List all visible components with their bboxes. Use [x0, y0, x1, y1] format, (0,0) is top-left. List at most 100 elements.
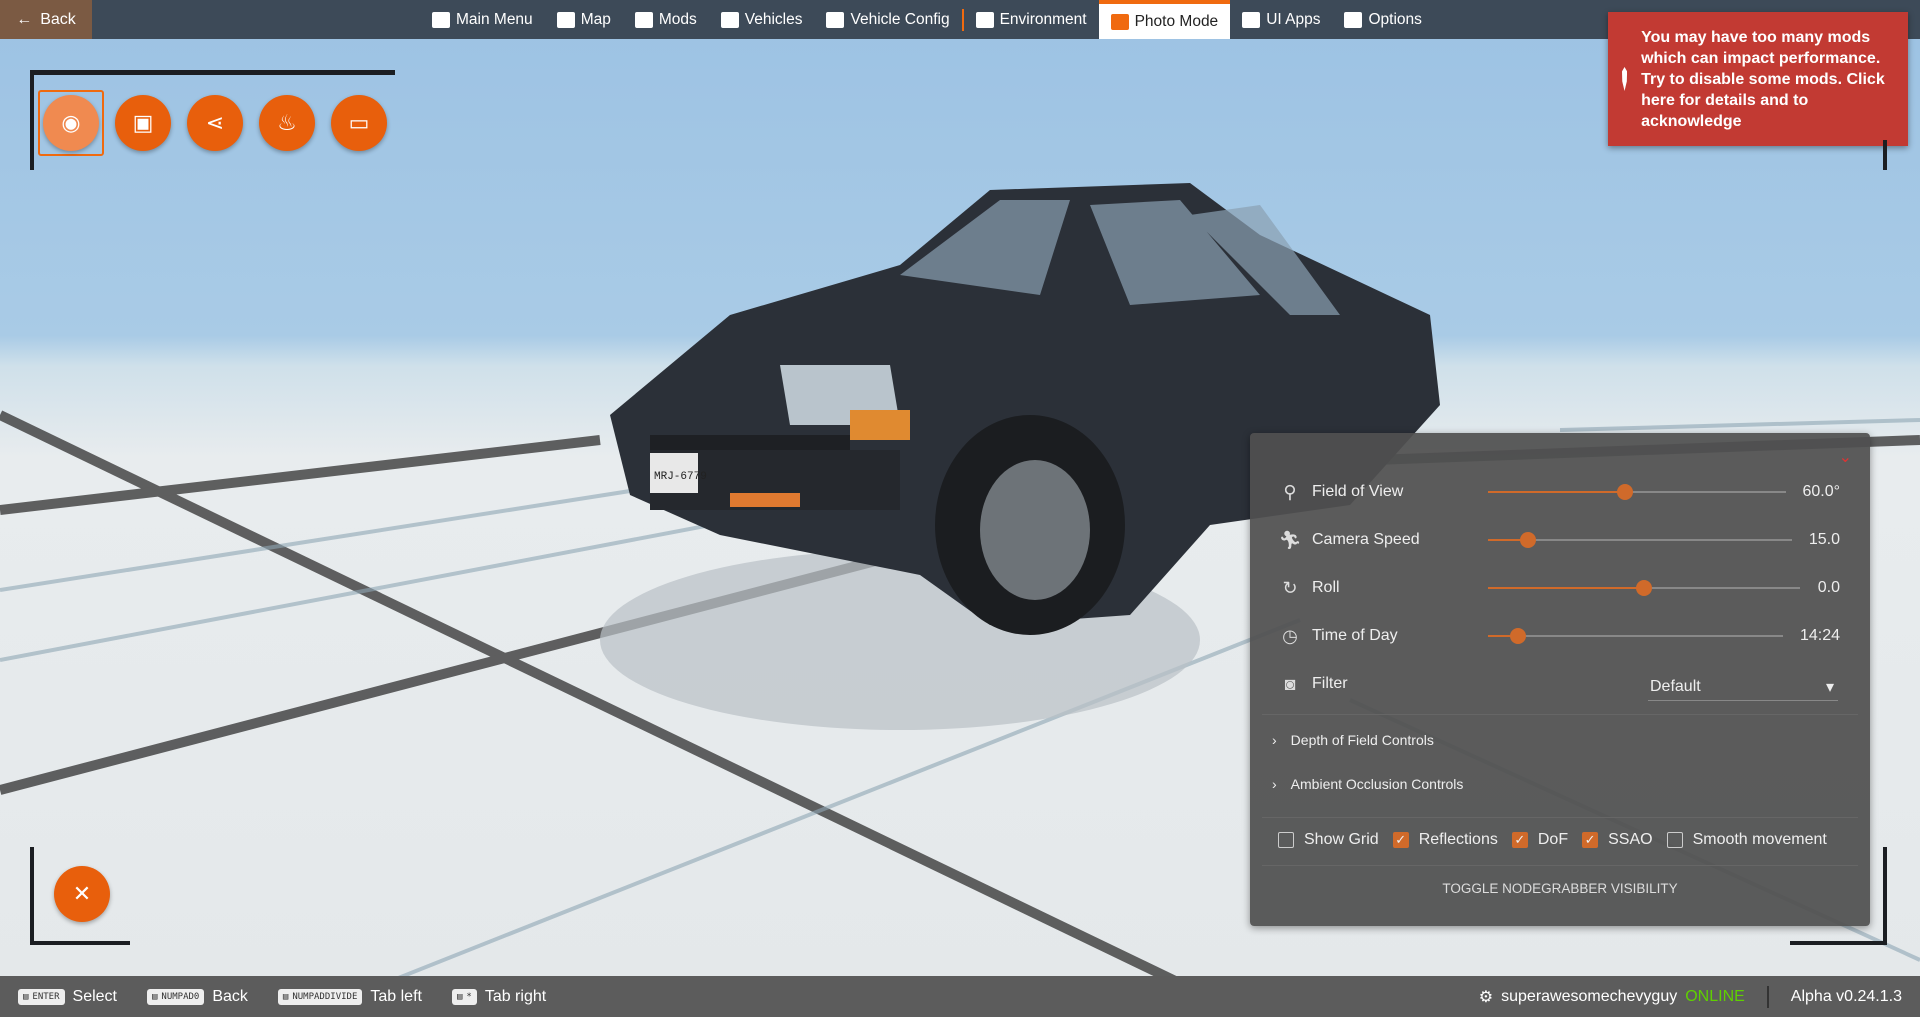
time-of-day-slider[interactable]	[1488, 628, 1783, 644]
open-folder-button[interactable]: ▭	[331, 95, 387, 151]
section-label: Ambient Occlusion Controls	[1290, 776, 1464, 792]
camera-filter-icon: ◙	[1284, 673, 1296, 694]
nav-label: Main Menu	[456, 10, 533, 28]
arrow-left-icon: ←	[16, 10, 33, 28]
close-photo-mode-button[interactable]: ✕	[54, 866, 110, 922]
puzzle-icon	[634, 11, 653, 28]
close-icon: ✕	[72, 881, 92, 906]
ao-controls-expander[interactable]: › Ambient Occlusion Controls	[1272, 776, 1463, 792]
nav-photo-mode[interactable]: Photo Mode	[1098, 0, 1231, 39]
steam-button[interactable]: ♨	[259, 95, 315, 151]
hint-label: Tab left	[370, 987, 422, 1005]
back-button[interactable]: ← Back	[0, 0, 92, 39]
license-plate: MRJ-6779	[654, 471, 707, 483]
check-icon: ✓	[1582, 832, 1599, 848]
slider-value: 15.0	[1808, 531, 1840, 548]
filter-row: ◙ Filter Default ▾	[1280, 669, 1840, 701]
steam-icon: ♨	[277, 110, 297, 135]
dropdown-arrow-icon: ▾	[1825, 678, 1834, 696]
slider-thumb[interactable]	[1617, 484, 1634, 500]
toggle-nodegrabber-button[interactable]: TOGGLE NODEGRABBER VISIBILITY	[1250, 881, 1870, 896]
back-label: Back	[40, 10, 76, 28]
share-button[interactable]: ⋖	[187, 95, 243, 151]
sliders-icon	[1344, 11, 1363, 28]
slider-field-of-view: ⚲ Field of View 60.0°	[1280, 477, 1840, 507]
nav-label: Vehicle Config	[850, 10, 950, 28]
divider	[1262, 817, 1858, 818]
steam-icon: ⚙	[1478, 988, 1494, 1006]
hint-back[interactable]: ▤ NUMPAD0 Back	[146, 987, 248, 1006]
shield-alert-icon	[1622, 67, 1628, 91]
checkbox-box	[1666, 832, 1683, 848]
checkbox-label: DoF	[1537, 831, 1569, 848]
image-icon: ▣	[132, 110, 154, 135]
roll-slider[interactable]	[1488, 580, 1800, 596]
clock-icon: ◷	[1282, 625, 1298, 646]
fov-slider[interactable]	[1488, 484, 1786, 500]
key-enter: ▤ ENTER	[18, 988, 65, 1005]
check-icon: ✓	[1392, 832, 1409, 848]
divider	[1262, 714, 1858, 715]
rotate-icon: ↻	[1282, 577, 1298, 598]
slider-thumb[interactable]	[1509, 628, 1526, 644]
checkbox-label: Reflections	[1418, 831, 1498, 848]
nav-environment[interactable]: Environment	[964, 0, 1099, 39]
camera-speed-slider[interactable]	[1488, 532, 1792, 548]
hint-select[interactable]: ▤ ENTER Select	[18, 988, 117, 1006]
nav-mods[interactable]: Mods	[623, 0, 709, 39]
slider-time-of-day: ◷ Time of Day 14:24	[1280, 621, 1840, 651]
screenshot-hq-button[interactable]: ▣	[115, 95, 171, 151]
nav-main-menu[interactable]: Main Menu	[420, 0, 545, 39]
frame-corner-tr	[1880, 140, 1887, 170]
check-icon: ✓	[1511, 832, 1528, 848]
hint-label: Tab right	[484, 987, 547, 1005]
share-icon: ⋖	[205, 110, 225, 135]
checkbox-label: Show Grid	[1304, 831, 1379, 848]
slider-label: Field of View	[1312, 483, 1404, 500]
mods-warning-toast[interactable]: You may have too many mods which can imp…	[1608, 12, 1908, 146]
nav-vehicle-config[interactable]: Vehicle Config	[814, 0, 961, 39]
nav-options[interactable]: Options	[1332, 0, 1433, 39]
car-icon	[720, 11, 739, 28]
nav-ui-apps[interactable]: UI Apps	[1230, 0, 1332, 39]
bottom-hint-bar: ▤ ENTER Select ▤ NUMPAD0 Back ▤ NUMPADDIVI…	[0, 976, 1920, 1017]
hint-label: Select	[72, 987, 117, 1005]
chevron-right-icon: ›	[1272, 732, 1277, 748]
key-label: NUMPADDIVIDE	[292, 991, 358, 1002]
slider-label: Roll	[1312, 579, 1340, 596]
version-label: Alpha v0.24.1.3	[1790, 987, 1902, 1005]
key-multiply: ▤ *	[451, 988, 477, 1005]
nav-vehicles[interactable]: Vehicles	[709, 0, 815, 39]
checkbox-label: Smooth movement	[1692, 831, 1827, 848]
weather-icon	[975, 11, 994, 28]
key-numpad0: ▤ NUMPAD0	[146, 988, 205, 1005]
photo-settings-panel: ⌄ ⚲ Field of View 60.0° 🏃︎ Camera Speed 15…	[1250, 433, 1870, 926]
dof-controls-expander[interactable]: › Depth of Field Controls	[1272, 732, 1434, 748]
checkbox-dof[interactable]: ✓ DoF	[1511, 831, 1569, 849]
hint-label: Back	[212, 987, 248, 1005]
nav-label: Map	[580, 10, 611, 28]
nav-label: Photo Mode	[1134, 12, 1219, 30]
checkbox-box	[1278, 832, 1294, 848]
filter-select[interactable]: Default ▾	[1648, 673, 1838, 701]
camera-icon	[1110, 13, 1129, 30]
slider-thumb[interactable]	[1519, 532, 1536, 548]
hint-tab-left[interactable]: ▤ NUMPADDIVIDE Tab left	[277, 987, 422, 1006]
checkbox-ssao[interactable]: ✓ SSAO	[1582, 831, 1653, 849]
section-label: Depth of Field Controls	[1290, 732, 1434, 748]
slider-label: Time of Day	[1312, 627, 1398, 644]
hint-tab-right[interactable]: ▤ * Tab right	[451, 987, 547, 1006]
slider-roll: ↻ Roll 0.0	[1280, 573, 1840, 603]
checkbox-show-grid[interactable]: Show Grid	[1278, 831, 1379, 849]
map-icon	[556, 11, 575, 28]
checkbox-smooth-movement[interactable]: Smooth movement	[1666, 831, 1827, 849]
slider-thumb[interactable]	[1636, 580, 1652, 596]
slider-label: Camera Speed	[1312, 531, 1420, 548]
nav-map[interactable]: Map	[545, 0, 623, 39]
slider-value: 14:24	[1799, 627, 1840, 644]
slider-value: 60.0°	[1802, 483, 1840, 500]
collapse-chevron-icon[interactable]: ⌄	[1839, 447, 1852, 467]
checkbox-reflections[interactable]: ✓ Reflections	[1392, 831, 1498, 849]
key-label: NUMPAD0	[161, 991, 200, 1002]
take-photo-button[interactable]: ◉	[43, 95, 99, 151]
